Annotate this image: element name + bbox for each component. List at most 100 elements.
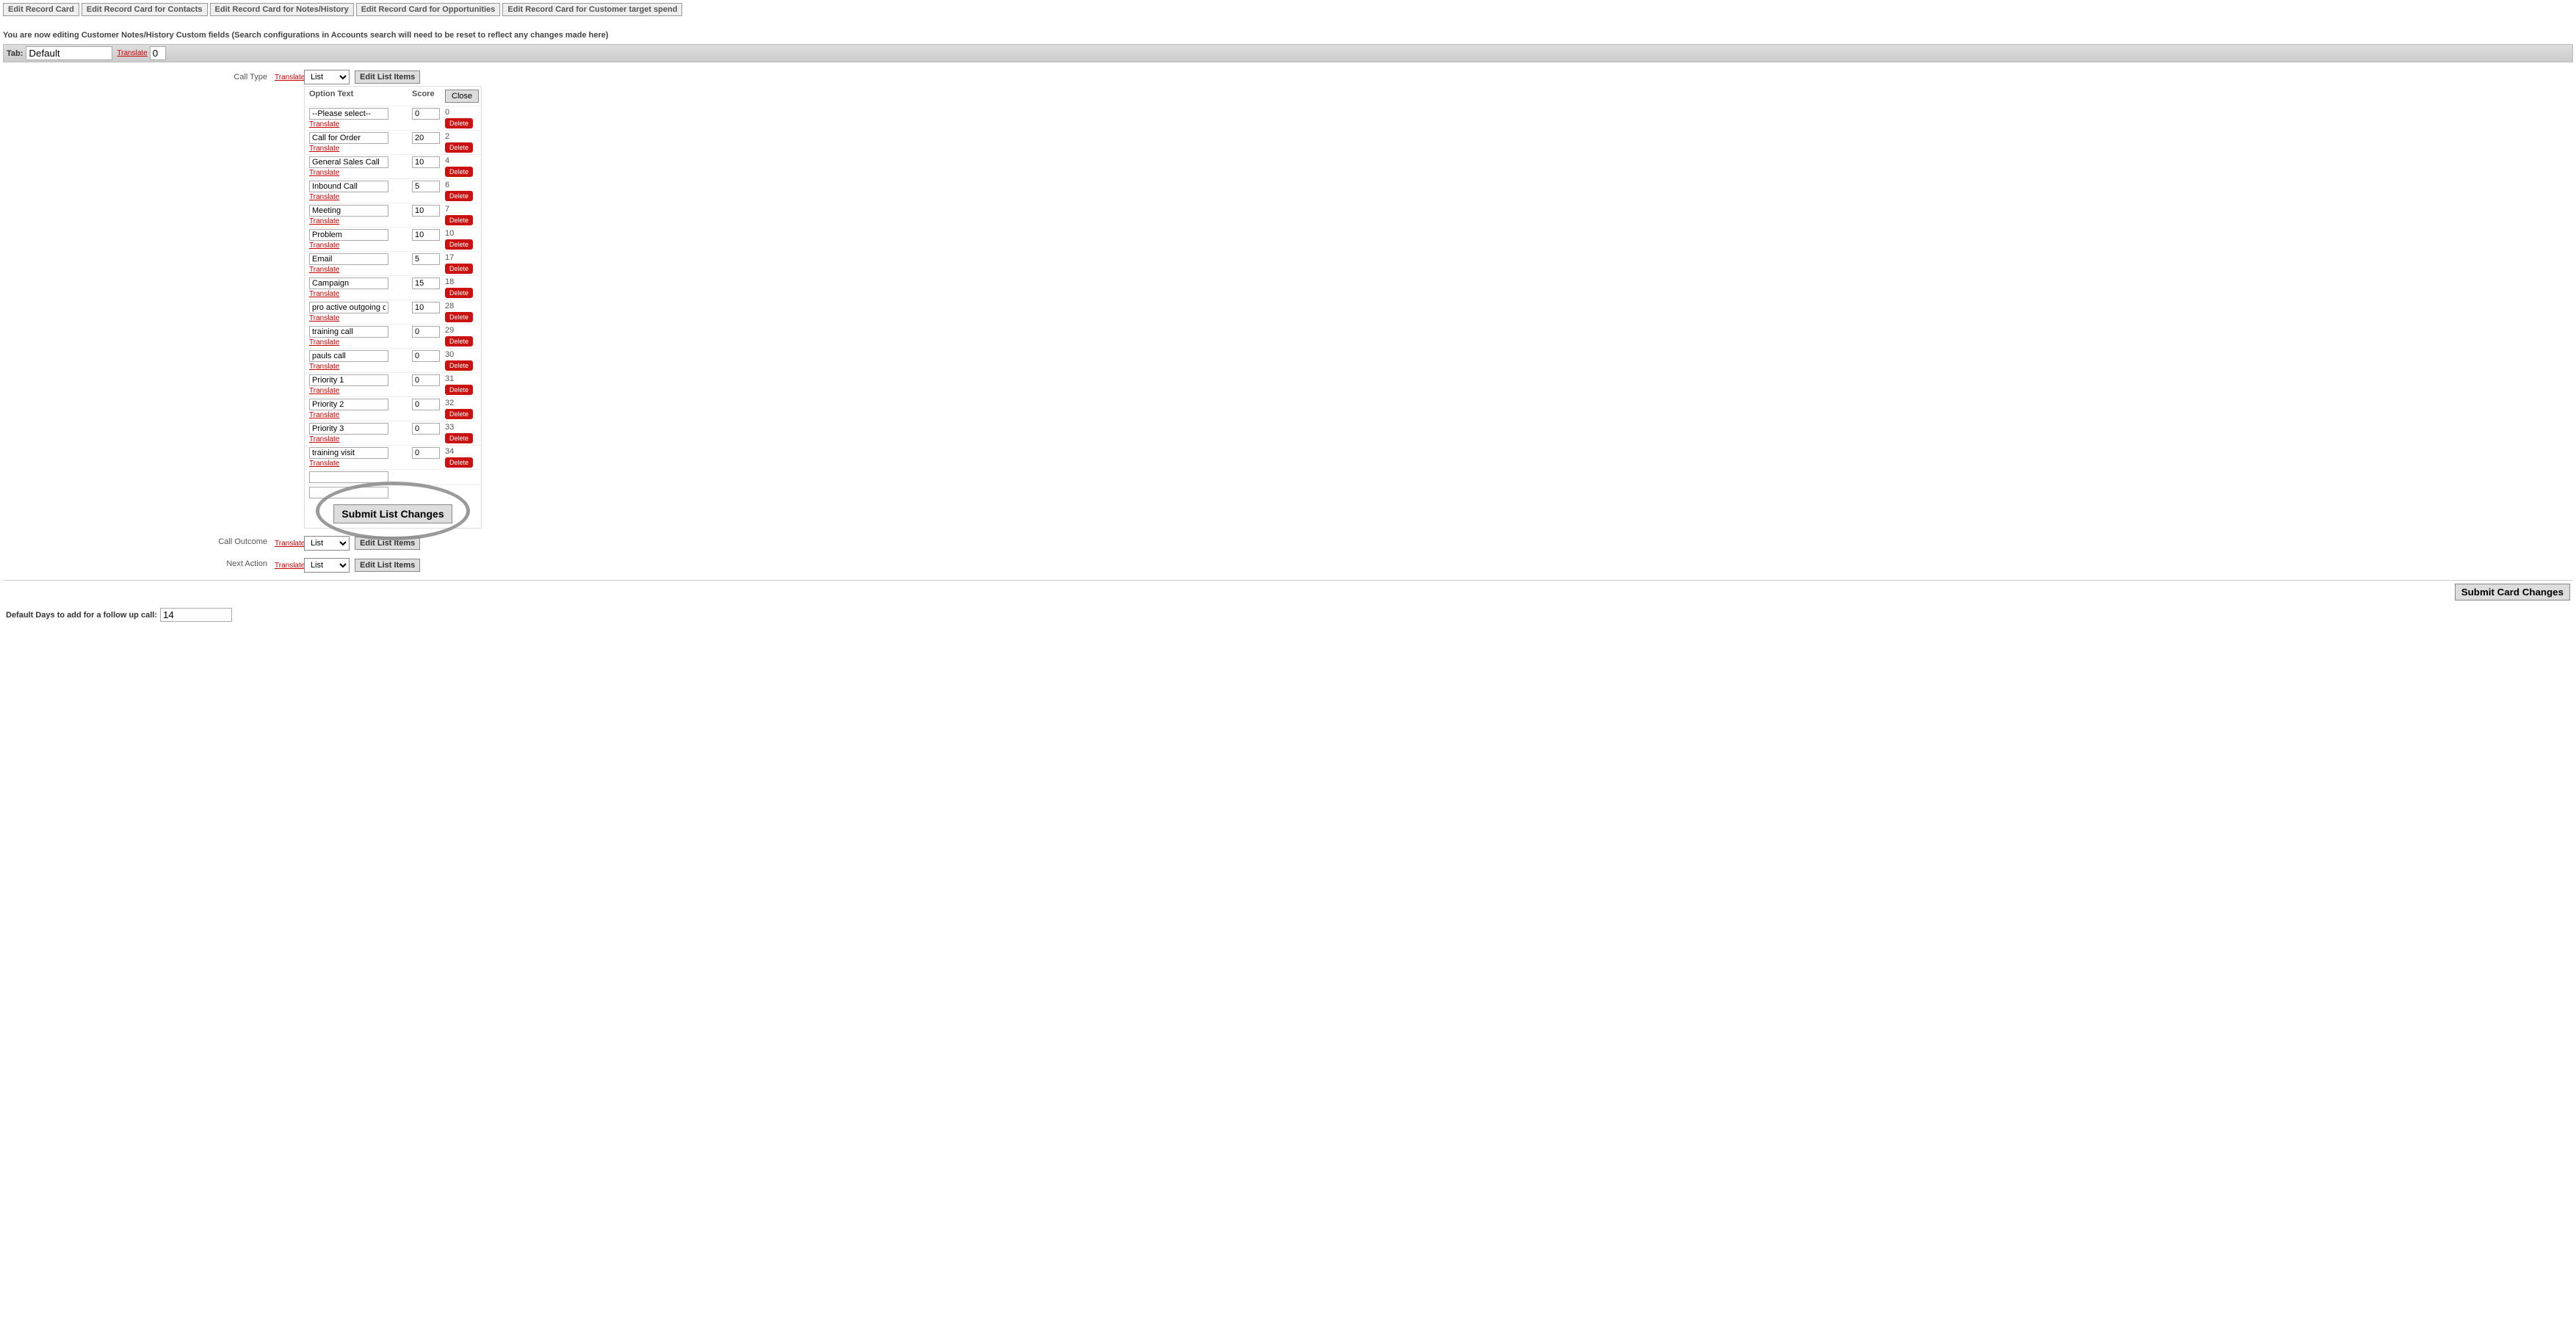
option-score-input[interactable] [412,277,440,289]
option-score-input[interactable] [412,423,440,435]
delete-button[interactable]: Delete [445,288,473,298]
option-score-input[interactable] [412,374,440,386]
delete-button[interactable]: Delete [445,191,473,201]
tab-number-input[interactable] [150,46,166,60]
default-days-row: Default Days to add for a follow up call… [6,608,2570,622]
option-id-text: 30 [445,350,454,359]
edit-list-items-button-call-outcome[interactable]: Edit List Items [355,537,420,550]
option-text-input[interactable] [309,302,388,313]
translate-link-call-outcome[interactable]: Translate [275,540,305,548]
field-row-call-type: Call Type Translate List Edit List Items… [3,70,2573,529]
option-translate-link[interactable]: Translate [309,435,339,443]
edit-list-items-button-call-type[interactable]: Edit List Items [355,70,420,84]
option-translate-link[interactable]: Translate [309,266,339,274]
option-score-input[interactable] [412,302,440,313]
delete-button[interactable]: Delete [445,409,473,419]
option-score-input[interactable] [412,253,440,265]
delete-button[interactable]: Delete [445,360,473,371]
new-option-text-input[interactable] [309,487,388,498]
option-text-input[interactable] [309,374,388,386]
list-item-row: Translate18Delete [305,275,481,300]
option-text-input[interactable] [309,108,388,120]
translate-link-next-action[interactable]: Translate [275,562,305,570]
option-text-input[interactable] [309,399,388,410]
top-tab-button[interactable]: Edit Record Card for Customer target spe… [502,3,682,16]
delete-button[interactable]: Delete [445,215,473,225]
field-type-select-next-action[interactable]: List [304,558,350,573]
option-translate-link[interactable]: Translate [309,460,339,468]
delete-button[interactable]: Delete [445,433,473,443]
option-translate-link[interactable]: Translate [309,169,339,177]
option-translate-link[interactable]: Translate [309,145,339,153]
delete-button[interactable]: Delete [445,142,473,153]
option-text-input[interactable] [309,253,388,265]
option-text-input[interactable] [309,350,388,362]
option-score-input[interactable] [412,229,440,241]
option-text-input[interactable] [309,447,388,459]
option-translate-link[interactable]: Translate [309,193,339,201]
option-translate-link[interactable]: Translate [309,363,339,371]
translate-link-call-type[interactable]: Translate [275,73,305,81]
option-translate-link[interactable]: Translate [309,242,339,250]
option-text-input[interactable] [309,205,388,217]
tab-name-input[interactable] [26,46,112,60]
option-score-input[interactable] [412,156,440,168]
tab-translate-link[interactable]: Translate [117,49,147,57]
close-button[interactable]: Close [445,90,479,103]
option-text-input[interactable] [309,229,388,241]
option-translate-link[interactable]: Translate [309,217,339,225]
delete-button[interactable]: Delete [445,264,473,274]
option-translate-link[interactable]: Translate [309,120,339,128]
option-id-text: 10 [445,229,454,238]
option-id-text: 33 [445,423,454,432]
delete-button[interactable]: Delete [445,336,473,347]
option-score-input[interactable] [412,181,440,192]
top-tab-button[interactable]: Edit Record Card [3,3,79,16]
option-id-text: 34 [445,447,454,456]
list-item-row: Translate28Delete [305,300,481,324]
edit-list-items-button-next-action[interactable]: Edit List Items [355,559,420,572]
option-score-input[interactable] [412,326,440,338]
option-score-input[interactable] [412,350,440,362]
delete-button[interactable]: Delete [445,239,473,250]
list-item-row: Translate7Delete [305,203,481,227]
option-score-input[interactable] [412,399,440,410]
option-id-text: 29 [445,326,454,335]
option-text-input[interactable] [309,423,388,435]
list-item-row: Translate 10Delete [305,227,481,251]
option-id-text: 31 [445,374,454,383]
default-days-input[interactable] [160,608,232,622]
top-tab-button[interactable]: Edit Record Card for Contacts [82,3,208,16]
option-score-input[interactable] [412,132,440,144]
option-text-input[interactable] [309,277,388,289]
new-option-text-input[interactable] [309,471,388,483]
top-tab-button[interactable]: Edit Record Card for Notes/History [210,3,354,16]
field-type-select-call-outcome[interactable]: List [304,536,350,551]
delete-button[interactable]: Delete [445,312,473,322]
option-text-input[interactable] [309,326,388,338]
option-score-input[interactable] [412,447,440,459]
list-item-blank-row [305,485,481,500]
submit-card-changes-button[interactable]: Submit Card Changes [2455,584,2570,601]
option-translate-link[interactable]: Translate [309,411,339,419]
header-option-text: Option Text [309,90,412,103]
submit-list-changes-button[interactable]: Submit List Changes [333,504,452,523]
option-text-input[interactable] [309,156,388,168]
top-tab-button[interactable]: Edit Record Card for Opportunities [356,3,501,16]
option-text-input[interactable] [309,132,388,144]
delete-button[interactable]: Delete [445,167,473,177]
option-translate-link[interactable]: Translate [309,290,339,298]
delete-button[interactable]: Delete [445,118,473,128]
delete-button[interactable]: Delete [445,385,473,395]
delete-button[interactable]: Delete [445,457,473,468]
option-score-input[interactable] [412,205,440,217]
option-translate-link[interactable]: Translate [309,387,339,395]
field-type-select-call-type[interactable]: List [304,70,350,84]
option-translate-link[interactable]: Translate [309,338,339,347]
list-item-blank-row [305,469,481,485]
option-translate-link[interactable]: Translate [309,314,339,322]
option-text-input[interactable] [309,181,388,192]
header-score: Score [412,90,445,103]
option-score-input[interactable] [412,108,440,120]
info-text: You are now editing Customer Notes/Histo… [3,31,2573,40]
